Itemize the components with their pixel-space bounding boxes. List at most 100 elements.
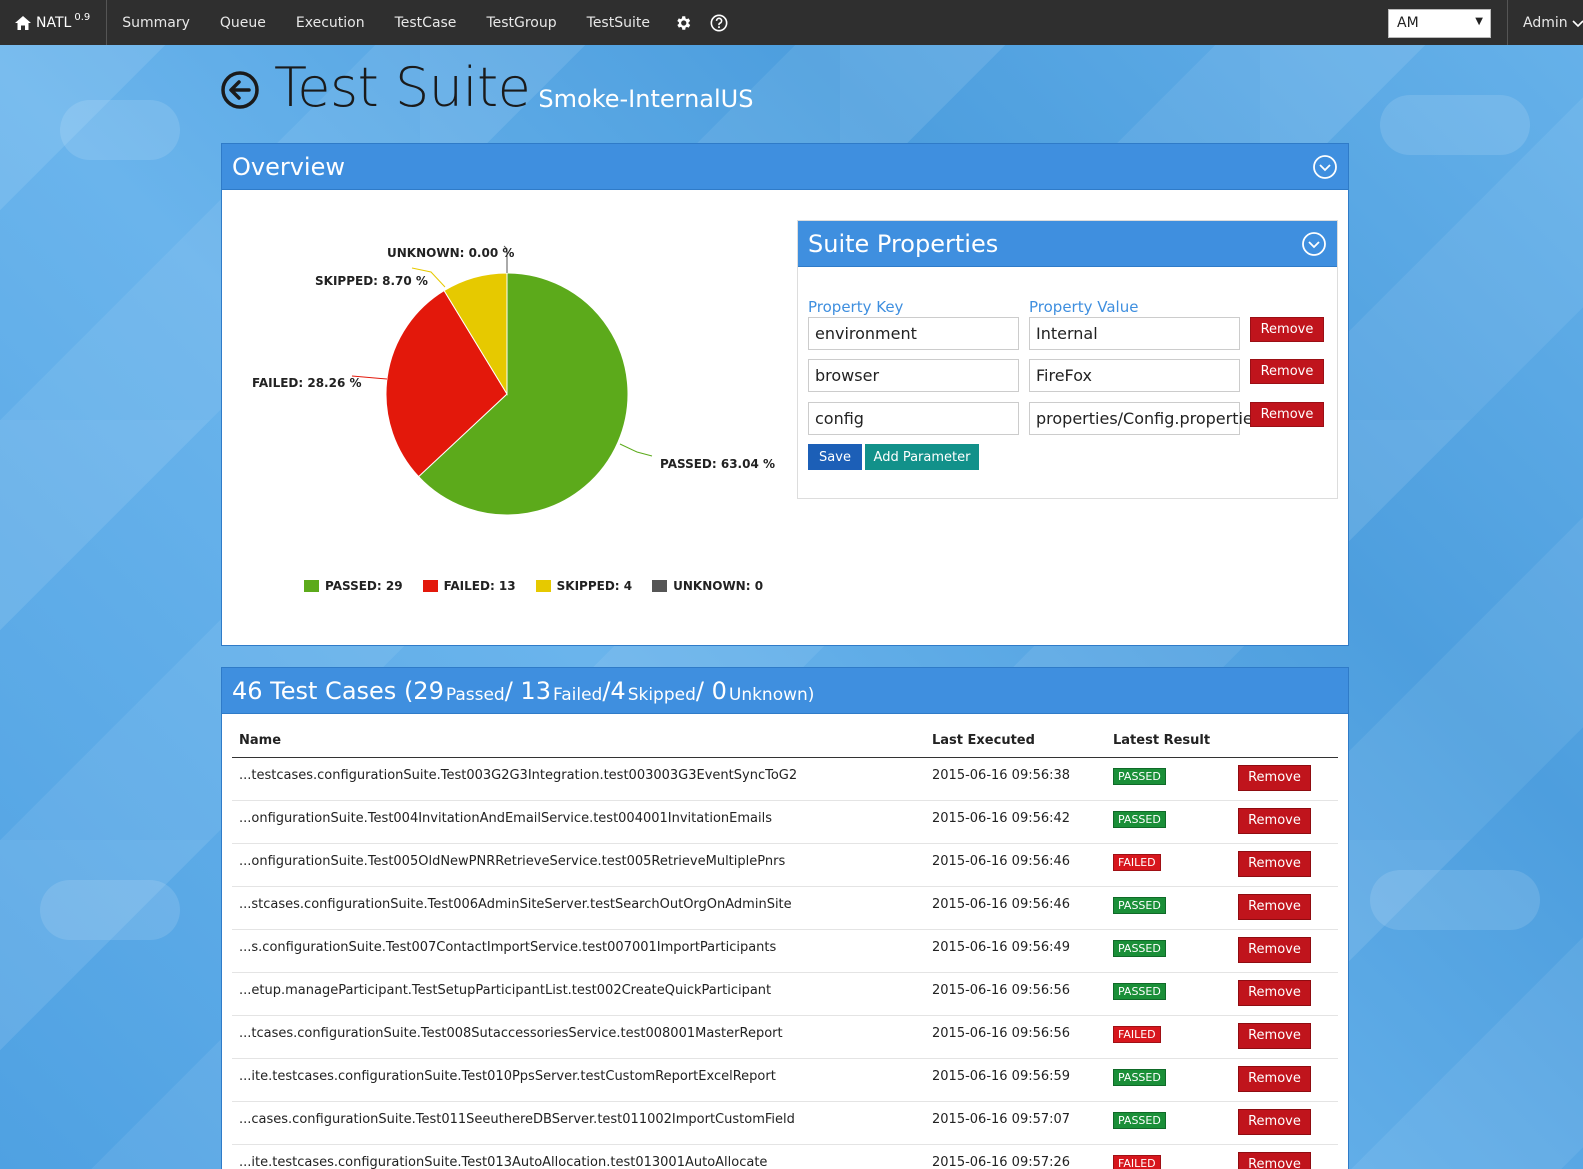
result-badge: FAILED <box>1113 1025 1161 1043</box>
row-actions: Remove <box>1225 800 1338 844</box>
result-badge: FAILED <box>1113 1154 1161 1169</box>
nav-execution[interactable]: Execution <box>281 0 380 45</box>
legend-item-failed: FAILED: 13 <box>422 579 516 593</box>
user-menu[interactable]: Admin <box>1507 0 1583 45</box>
test-case-name[interactable]: ...ite.testcases.configurationSuite.Test… <box>232 1058 925 1102</box>
test-case-name[interactable]: ...testcases.configurationSuite.Test003G… <box>232 757 925 801</box>
remove-test-case-button[interactable]: Remove <box>1238 850 1311 877</box>
remove-property-button[interactable]: Remove <box>1250 317 1324 342</box>
column-header-last-executed[interactable]: Last Executed <box>925 726 1106 758</box>
last-executed: 2015-06-16 09:56:38 <box>925 757 1106 801</box>
row-actions: Remove <box>1225 757 1338 801</box>
column-header-actions <box>1225 726 1338 758</box>
table-row[interactable]: ...stcases.configurationSuite.Test006Adm… <box>232 886 1338 930</box>
table-row[interactable]: ...ite.testcases.configurationSuite.Test… <box>232 1058 1338 1102</box>
nav-testsuite[interactable]: TestSuite <box>572 0 665 45</box>
nav-queue[interactable]: Queue <box>205 0 281 45</box>
project-select-value: AM <box>1397 15 1419 31</box>
settings-button[interactable] <box>665 0 701 45</box>
last-executed: 2015-06-16 09:56:56 <box>925 1015 1106 1059</box>
remove-test-case-button[interactable]: Remove <box>1238 1151 1311 1169</box>
table-row[interactable]: ...cases.configurationSuite.Test011Seeut… <box>232 1101 1338 1145</box>
test-case-name[interactable]: ...ite.testcases.configurationSuite.Test… <box>232 1144 925 1169</box>
table-row[interactable]: ...s.configurationSuite.Test007ContactIm… <box>232 929 1338 973</box>
legend-swatch-skipped <box>535 580 551 592</box>
table-row[interactable]: ...tcases.configurationSuite.Test008Suta… <box>232 1015 1338 1059</box>
last-executed: 2015-06-16 09:56:46 <box>925 886 1106 930</box>
latest-result: FAILED <box>1106 1015 1225 1059</box>
remove-test-case-button[interactable]: Remove <box>1238 807 1311 834</box>
property-key-input[interactable]: environment <box>808 317 1019 350</box>
property-key-input[interactable]: browser <box>808 359 1019 392</box>
remove-test-case-button[interactable]: Remove <box>1238 764 1311 791</box>
legend-label-unknown: UNKNOWN: 0 <box>673 579 764 593</box>
top-navbar: NATL 0.9 Summary Queue Execution TestCase… <box>0 0 1583 45</box>
column-header-name[interactable]: Name <box>232 726 925 758</box>
latest-result: FAILED <box>1106 1144 1225 1169</box>
remove-property-button[interactable]: Remove <box>1250 359 1324 384</box>
nav-summary[interactable]: Summary <box>107 0 205 45</box>
result-badge: PASSED <box>1113 1111 1166 1129</box>
remove-test-case-button[interactable]: Remove <box>1238 936 1311 963</box>
test-cases-table: Name Last Executed Latest Result ...test… <box>232 726 1338 1169</box>
test-case-name[interactable]: ...stcases.configurationSuite.Test006Adm… <box>232 886 925 930</box>
overview-panel: Overview UNKNOWN: 0.00 % SKIPPED: 8.70 %… <box>221 143 1349 646</box>
nav-testgroup[interactable]: TestGroup <box>471 0 571 45</box>
remove-property-button[interactable]: Remove <box>1250 402 1324 427</box>
pie-label-passed: PASSED: 63.04 % <box>660 457 776 471</box>
legend-label-skipped: SKIPPED: 4 <box>556 579 633 593</box>
remove-test-case-button[interactable]: Remove <box>1238 1022 1311 1049</box>
test-case-name[interactable]: ...cases.configurationSuite.Test011Seeut… <box>232 1101 925 1145</box>
page-heading: Test Suite Smoke-InternalUS <box>220 58 753 118</box>
last-executed: 2015-06-16 09:56:59 <box>925 1058 1106 1102</box>
table-row[interactable]: ...onfigurationSuite.Test004InvitationAn… <box>232 800 1338 844</box>
test-case-count: 46 Test Cases <box>232 676 397 705</box>
table-row[interactable]: ...ite.testcases.configurationSuite.Test… <box>232 1144 1338 1169</box>
pie-label-failed: FAILED: 28.26 % <box>252 376 362 390</box>
legend-label-passed: PASSED: 29 <box>325 579 403 593</box>
collapse-chevron-icon[interactable] <box>1312 154 1338 180</box>
caret-down-icon: ▼ <box>1475 16 1483 27</box>
property-value-input[interactable]: Internal <box>1029 317 1240 350</box>
remove-test-case-button[interactable]: Remove <box>1238 1108 1311 1135</box>
help-button[interactable] <box>701 0 737 45</box>
test-case-name[interactable]: ...s.configurationSuite.Test007ContactIm… <box>232 929 925 973</box>
column-header-latest-result[interactable]: Latest Result <box>1106 726 1225 758</box>
brand-home-link[interactable]: NATL 0.9 <box>0 0 108 45</box>
table-row[interactable]: ...testcases.configurationSuite.Test003G… <box>232 757 1338 801</box>
row-actions: Remove <box>1225 1101 1338 1145</box>
table-row[interactable]: ...etup.manageParticipant.TestSetupParti… <box>232 972 1338 1016</box>
remove-test-case-button[interactable]: Remove <box>1238 979 1311 1006</box>
test-case-name[interactable]: ...onfigurationSuite.Test004InvitationAn… <box>232 800 925 844</box>
row-actions: Remove <box>1225 929 1338 973</box>
remove-test-case-button[interactable]: Remove <box>1238 893 1311 920</box>
remove-test-case-button[interactable]: Remove <box>1238 1065 1311 1092</box>
project-select[interactable]: AM ▼ <box>1388 9 1491 38</box>
nav-testcase[interactable]: TestCase <box>380 0 472 45</box>
last-executed: 2015-06-16 09:56:49 <box>925 929 1106 973</box>
last-executed: 2015-06-16 09:57:07 <box>925 1101 1106 1145</box>
row-actions: Remove <box>1225 1015 1338 1059</box>
property-value-input[interactable]: properties/Config.properties <box>1029 402 1261 435</box>
latest-result: PASSED <box>1106 757 1225 801</box>
save-button[interactable]: Save <box>808 444 862 470</box>
page-title: Test Suite <box>274 56 531 119</box>
add-parameter-button[interactable]: Add Parameter <box>865 444 979 470</box>
suite-name: Smoke-InternalUS <box>538 85 754 113</box>
property-value-input[interactable]: FireFox <box>1029 359 1240 392</box>
count-skipped: /4 <box>602 676 626 705</box>
property-key-input[interactable]: config <box>808 402 1019 435</box>
count-skipped-label: Skipped <box>627 684 696 705</box>
test-case-name[interactable]: ...tcases.configurationSuite.Test008Suta… <box>232 1015 925 1059</box>
test-case-name[interactable]: ...onfigurationSuite.Test005OldNewPNRRet… <box>232 843 925 887</box>
row-actions: Remove <box>1225 843 1338 887</box>
collapse-chevron-icon[interactable] <box>1301 231 1327 257</box>
back-arrow-icon[interactable] <box>220 70 260 110</box>
result-badge: FAILED <box>1113 853 1161 871</box>
last-executed: 2015-06-16 09:56:46 <box>925 843 1106 887</box>
result-badge: PASSED <box>1113 810 1166 828</box>
table-row[interactable]: ...onfigurationSuite.Test005OldNewPNRRet… <box>232 843 1338 887</box>
legend-label-failed: FAILED: 13 <box>443 579 516 593</box>
test-case-name[interactable]: ...etup.manageParticipant.TestSetupParti… <box>232 972 925 1016</box>
pie-svg <box>351 245 653 516</box>
